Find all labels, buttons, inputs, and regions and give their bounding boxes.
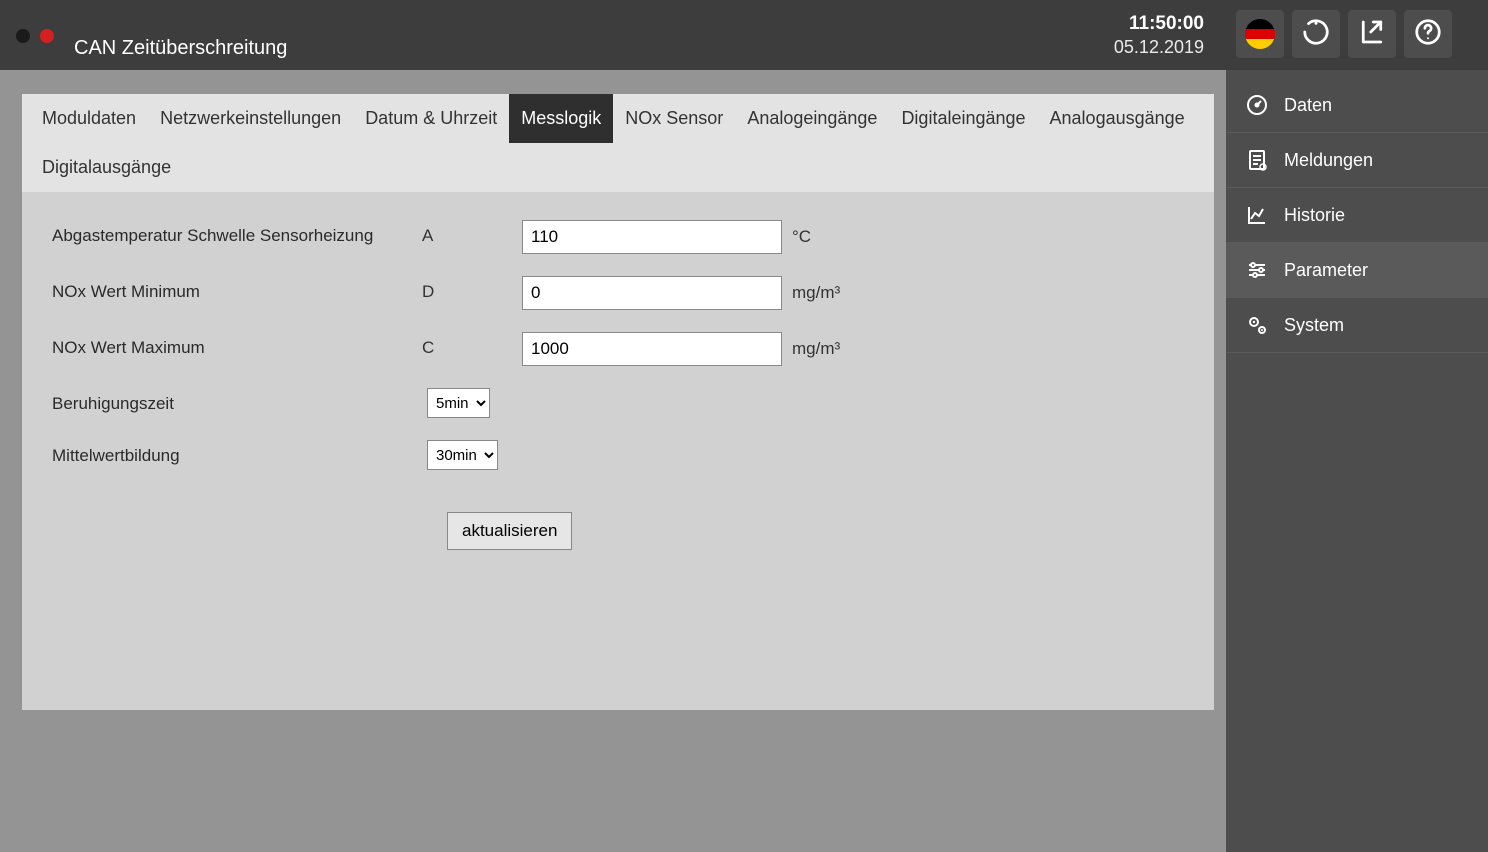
code-nox-max: C xyxy=(422,332,522,358)
sidebar-item-parameter[interactable]: Parameter xyxy=(1226,243,1488,298)
clock-date: 05.12.2019 xyxy=(1114,37,1204,58)
parameter-panel: Moduldaten Netzwerkeinstellungen Datum &… xyxy=(22,94,1214,710)
row-mittelwertbildung: Mittelwertbildung 30min xyxy=(52,440,1184,470)
sidebar-nav: Daten Meldungen Historie xyxy=(1226,70,1488,852)
sidebar-item-system[interactable]: System xyxy=(1226,298,1488,353)
export-icon xyxy=(1357,17,1387,52)
help-button[interactable] xyxy=(1404,10,1452,58)
label-mittelwertbildung: Mittelwertbildung xyxy=(52,440,422,469)
export-button[interactable] xyxy=(1348,10,1396,58)
refresh-icon xyxy=(1301,17,1331,52)
unit-nox-max: mg/m³ xyxy=(792,339,840,359)
tab-bar: Moduldaten Netzwerkeinstellungen Datum &… xyxy=(22,94,1214,192)
window-dot-1[interactable] xyxy=(16,29,30,43)
flag-de-icon xyxy=(1245,19,1275,49)
input-nox-max[interactable] xyxy=(522,332,782,366)
label-abgastemperatur: Abgastemperatur Schwelle Sensorheizung xyxy=(52,220,422,249)
sidebar-item-label: Historie xyxy=(1284,205,1345,226)
sidebar-item-label: Meldungen xyxy=(1284,150,1373,171)
top-action-buttons xyxy=(1226,0,1488,70)
main-area: Moduldaten Netzwerkeinstellungen Datum &… xyxy=(0,70,1226,852)
row-abgastemperatur: Abgastemperatur Schwelle Sensorheizung A… xyxy=(52,220,1184,254)
tab-analogausgaenge[interactable]: Analogausgänge xyxy=(1038,94,1197,143)
page-title: CAN Zeitüberschreitung xyxy=(74,37,1114,60)
sidebar-item-daten[interactable]: Daten xyxy=(1226,78,1488,133)
gears-icon xyxy=(1244,312,1270,338)
row-nox-max: NOx Wert Maximum C mg/m³ xyxy=(52,332,1184,366)
datetime-display: 11:50:00 05.12.2019 xyxy=(1114,13,1226,58)
tab-analogeingaenge[interactable]: Analogeingänge xyxy=(735,94,889,143)
label-beruhigungszeit: Beruhigungszeit xyxy=(52,388,422,417)
sidebar-item-historie[interactable]: Historie xyxy=(1226,188,1488,243)
row-beruhigungszeit: Beruhigungszeit 5min xyxy=(52,388,1184,418)
label-nox-max: NOx Wert Maximum xyxy=(52,332,422,361)
refresh-button[interactable] xyxy=(1292,10,1340,58)
tab-digitaleingaenge[interactable]: Digitaleingänge xyxy=(889,94,1037,143)
chart-icon xyxy=(1244,202,1270,228)
language-button[interactable] xyxy=(1236,10,1284,58)
tab-netzwerkeinstellungen[interactable]: Netzwerkeinstellungen xyxy=(148,94,353,143)
window-controls xyxy=(16,27,54,43)
input-abgastemperatur[interactable] xyxy=(522,220,782,254)
tab-messlogik[interactable]: Messlogik xyxy=(509,94,613,143)
window-dot-2[interactable] xyxy=(40,29,54,43)
update-button[interactable]: aktualisieren xyxy=(447,512,572,550)
tab-datum-uhrzeit[interactable]: Datum & Uhrzeit xyxy=(353,94,509,143)
code-abgastemperatur: A xyxy=(422,220,522,246)
help-icon xyxy=(1413,17,1443,52)
row-nox-min: NOx Wert Minimum D mg/m³ xyxy=(52,276,1184,310)
right-column: Daten Meldungen Historie xyxy=(1226,0,1488,852)
sidebar-item-label: System xyxy=(1284,315,1344,336)
form-area: Abgastemperatur Schwelle Sensorheizung A… xyxy=(22,192,1214,710)
sliders-icon xyxy=(1244,257,1270,283)
top-bar: CAN Zeitüberschreitung 11:50:00 05.12.20… xyxy=(0,0,1226,70)
code-nox-min: D xyxy=(422,276,522,302)
tab-moduldaten[interactable]: Moduldaten xyxy=(30,94,148,143)
unit-abgastemperatur: °C xyxy=(792,227,811,247)
select-mittelwertbildung[interactable]: 30min xyxy=(427,440,498,470)
label-nox-min: NOx Wert Minimum xyxy=(52,276,422,305)
clock-time: 11:50:00 xyxy=(1114,13,1204,35)
tab-nox-sensor[interactable]: NOx Sensor xyxy=(613,94,735,143)
tab-digitalausgaenge[interactable]: Digitalausgänge xyxy=(30,143,183,192)
gauge-icon xyxy=(1244,92,1270,118)
sidebar-item-label: Daten xyxy=(1284,95,1332,116)
report-icon xyxy=(1244,147,1270,173)
input-nox-min[interactable] xyxy=(522,276,782,310)
sidebar-item-label: Parameter xyxy=(1284,260,1368,281)
select-beruhigungszeit[interactable]: 5min xyxy=(427,388,490,418)
unit-nox-min: mg/m³ xyxy=(792,283,840,303)
sidebar-item-meldungen[interactable]: Meldungen xyxy=(1226,133,1488,188)
